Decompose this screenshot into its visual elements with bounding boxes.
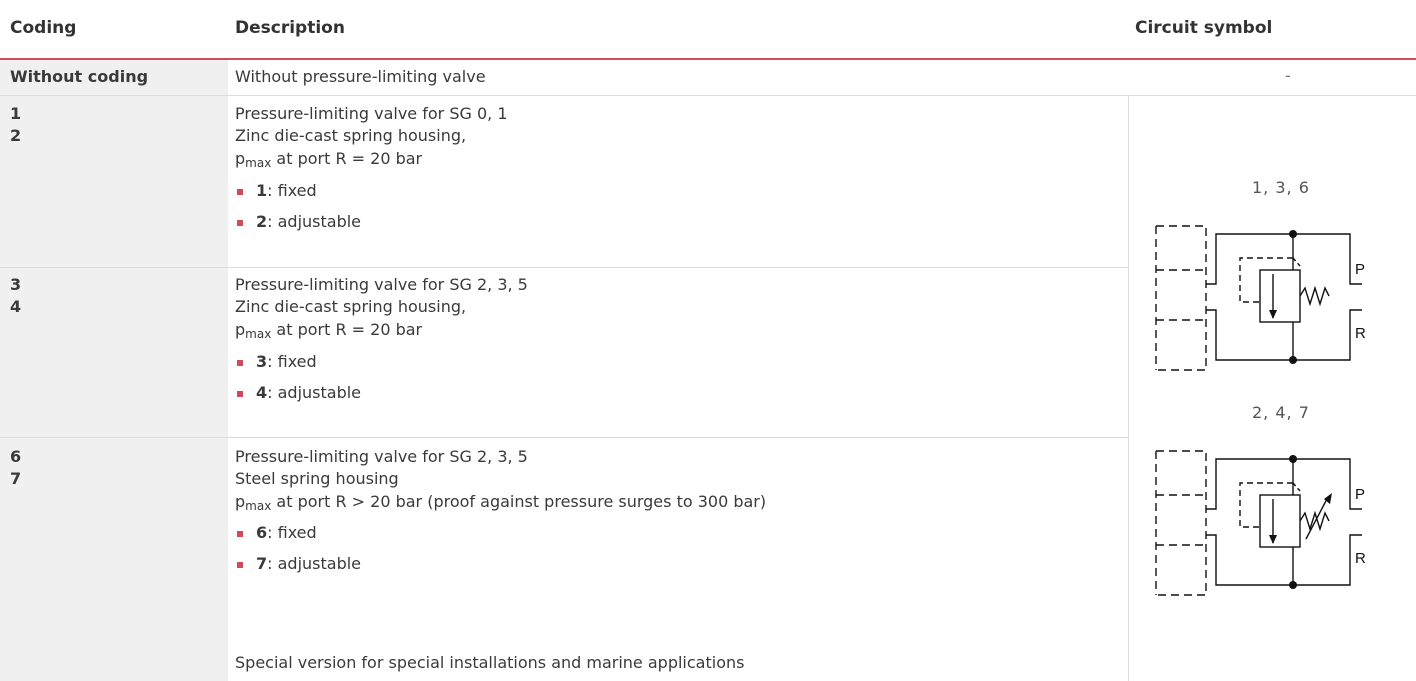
coding-value: 7	[10, 469, 22, 488]
header-circuit-symbol: Circuit symbol	[1135, 18, 1273, 38]
option-item: 1: fixed	[256, 181, 317, 200]
header-description: Description	[235, 18, 345, 38]
option-item: 6: fixed	[256, 523, 317, 542]
port-r-label: R	[1355, 325, 1366, 342]
description-title: Pressure-limiting valve for SG 2, 3, 5	[235, 447, 528, 466]
description-text: Without pressure-limiting valve	[235, 67, 486, 86]
coding-value: 3	[10, 275, 22, 294]
coding-value: 4	[10, 297, 22, 316]
symbol-label-fixed: 1, 3, 6	[1252, 178, 1310, 197]
bullet-marker	[237, 531, 243, 537]
option-item: 2: adjustable	[256, 212, 362, 231]
header-coding: Coding	[10, 18, 77, 38]
table-row: 3 4 Pressure-limiting valve for SG 2, 3,…	[0, 268, 1128, 438]
port-r-label: R	[1355, 550, 1366, 567]
description-title: Pressure-limiting valve for SG 0, 1	[235, 104, 508, 123]
table-header: Coding Description Circuit symbol	[0, 0, 1416, 60]
port-p-label: P	[1355, 261, 1365, 278]
table-row: 6 7 Pressure-limiting valve for SG 2, 3,…	[0, 438, 1128, 681]
coding-value: 6	[10, 447, 22, 466]
coding-cell: 6 7	[0, 438, 228, 681]
option-item: 4: adjustable	[256, 383, 362, 402]
bullet-marker	[237, 391, 243, 397]
description-housing: Zinc die-cast spring housing,	[235, 126, 467, 145]
table-row: Without coding Without pressure-limiting…	[0, 60, 1416, 96]
description-housing: Zinc die-cast spring housing,	[235, 297, 467, 316]
bullet-marker	[237, 189, 243, 195]
description-pmax: pmax at port R = 20 bar	[235, 320, 423, 341]
description-housing: Steel spring housing	[235, 469, 399, 488]
coding-value: 1	[10, 104, 22, 123]
option-item: 7: adjustable	[256, 554, 362, 573]
coding-cell: 3 4	[0, 268, 228, 437]
bullet-marker	[237, 562, 243, 568]
pressure-limiting-valve-fixed-symbol: P R	[1155, 225, 1366, 371]
symbol-label-adjustable: 2, 4, 7	[1252, 403, 1310, 422]
coding-value: 2	[10, 126, 22, 145]
pressure-limiting-valve-adjustable-symbol: P R	[1155, 450, 1366, 596]
special-version-note: Special version for special installation…	[235, 653, 745, 672]
coding-cell: 1 2	[0, 96, 228, 267]
description-title: Pressure-limiting valve for SG 2, 3, 5	[235, 275, 528, 294]
bullet-marker	[237, 360, 243, 366]
description-pmax: pmax at port R = 20 bar	[235, 149, 423, 170]
bullet-marker	[237, 220, 243, 226]
coding-cell: Without coding	[0, 60, 228, 95]
port-p-label: P	[1355, 486, 1365, 503]
table-row: 1 2 Pressure-limiting valve for SG 0, 1 …	[0, 96, 1128, 268]
coding-value: Without coding	[10, 67, 149, 86]
no-symbol-dash: -	[1285, 66, 1291, 85]
description-pmax: pmax at port R > 20 bar (proof against p…	[235, 492, 767, 513]
symbol-column-divider	[1128, 96, 1129, 681]
option-item: 3: fixed	[256, 352, 317, 371]
